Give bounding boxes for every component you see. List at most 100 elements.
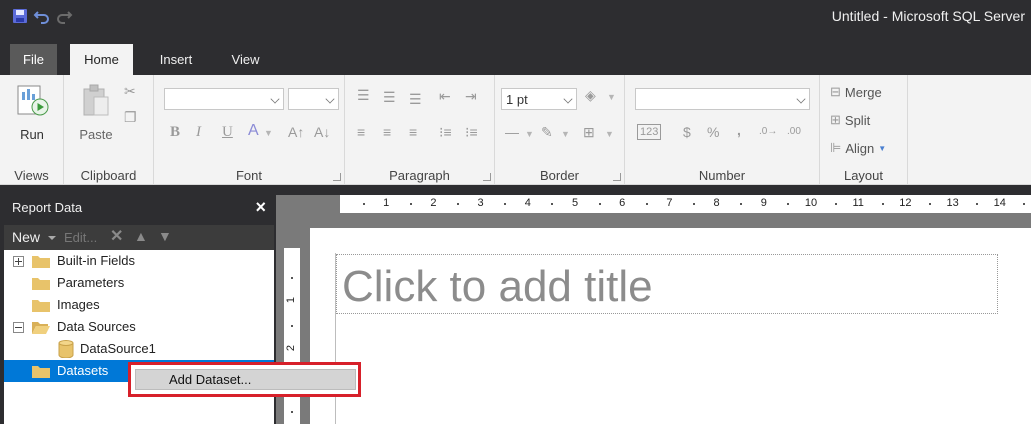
collapse-icon[interactable] — [13, 322, 24, 333]
number-format-combo[interactable] — [635, 88, 810, 110]
edit-button[interactable]: Edit... — [64, 230, 97, 245]
underline-button[interactable]: U — [222, 124, 233, 140]
ruler-tick — [1023, 203, 1026, 205]
border-width-combo[interactable]: 1 pt — [501, 88, 577, 110]
clipboard-group-label: Clipboard — [80, 168, 137, 183]
font-size-combo[interactable] — [288, 88, 339, 110]
add-dataset-menu-item[interactable]: Add Dataset... — [135, 369, 356, 390]
delete-icon[interactable]: ✕ — [110, 226, 123, 246]
increase-indent-icon[interactable]: ⇥ — [465, 88, 477, 104]
tree-item-datasource1[interactable]: DataSource1 — [4, 338, 274, 360]
border-style-icon[interactable]: — — [505, 124, 519, 140]
redo-icon[interactable] — [54, 6, 74, 26]
ruler-number: 2 — [430, 197, 437, 209]
vertical-ruler: 12 — [284, 248, 300, 424]
bold-button[interactable]: B — [170, 124, 180, 140]
context-menu: Add Dataset... — [128, 362, 361, 397]
views-group: Run Views — [0, 75, 64, 185]
border-group-label: Border — [539, 168, 580, 183]
font-color-dropdown-icon[interactable]: ▼ — [264, 125, 273, 141]
numbering-icon[interactable]: ⁝≡ — [465, 124, 478, 140]
decrease-indent-icon[interactable]: ⇤ — [439, 88, 451, 104]
tree-item-parameters[interactable]: Parameters — [4, 272, 274, 294]
fill-color-icon[interactable]: ◈ — [585, 87, 596, 103]
merge-icon: ⊟ — [830, 84, 841, 99]
font-color-button[interactable]: A — [248, 123, 259, 139]
currency-button[interactable]: $ — [683, 124, 691, 140]
run-button[interactable]: Run — [10, 83, 54, 142]
ruler-tick — [551, 203, 554, 205]
expand-icon[interactable] — [13, 256, 24, 267]
tree-item-data-sources[interactable]: Data Sources — [4, 316, 274, 338]
tab-home[interactable]: Home — [70, 44, 133, 75]
undo-icon[interactable] — [32, 6, 52, 26]
ruler-number: 11 — [852, 197, 864, 209]
merge-label: Merge — [844, 84, 882, 100]
copy-icon[interactable]: ❐ — [124, 109, 137, 125]
new-dropdown-icon[interactable] — [48, 236, 56, 240]
align-right-icon[interactable]: ≡ — [409, 124, 417, 140]
cut-icon[interactable]: ✂ — [124, 83, 136, 99]
font-dialog-launcher-icon[interactable] — [333, 173, 341, 181]
open-folder-icon — [32, 322, 50, 334]
tree-item-images[interactable]: Images — [4, 294, 274, 316]
fill-color-dropdown-icon[interactable]: ▼ — [607, 89, 616, 105]
tab-file[interactable]: File — [10, 44, 57, 75]
comma-style-button[interactable]: , — [737, 122, 741, 138]
placeholder-format-button[interactable]: 123 — [637, 124, 662, 140]
title-placeholder[interactable]: Click to add title — [342, 262, 653, 312]
add-dataset-label: Add Dataset... — [169, 372, 252, 387]
align-bottom-icon[interactable]: ☰ — [409, 91, 422, 107]
tab-view[interactable]: View — [218, 44, 273, 75]
tree-item-built-in-fields[interactable]: Built-in Fields — [4, 250, 274, 272]
shrink-font-icon[interactable]: A↓ — [314, 124, 330, 140]
align-top-icon[interactable]: ☰ — [357, 87, 370, 103]
layout-group: ⊟ Merge ⊞ Split ⊫ Align ▼ Layout — [820, 75, 908, 185]
align-center-icon[interactable]: ≡ — [383, 124, 391, 140]
align-middle-icon[interactable]: ☰ — [383, 89, 396, 105]
ruler-tick — [457, 203, 459, 205]
new-button[interactable]: New — [12, 229, 40, 245]
bullets-icon[interactable]: ⁝≡ — [439, 124, 452, 140]
italic-button[interactable]: I — [196, 124, 201, 140]
database-icon — [58, 340, 74, 358]
ruler-tick — [291, 277, 293, 279]
ruler-number: 3 — [477, 197, 484, 209]
percent-button[interactable]: % — [707, 124, 719, 140]
font-name-combo[interactable] — [164, 88, 284, 110]
split-button[interactable]: ⊞ Split — [830, 112, 870, 128]
run-label: Run — [20, 127, 44, 142]
decrease-decimal-icon[interactable]: .00 — [787, 124, 801, 140]
merge-button[interactable]: ⊟ Merge — [830, 84, 882, 100]
grow-font-icon[interactable]: A↑ — [288, 124, 304, 140]
border-dialog-launcher-icon[interactable] — [613, 173, 621, 181]
layout-group-label: Layout — [843, 168, 884, 183]
ruler-number: 1 — [383, 197, 390, 209]
title-bar: Untitled - Microsoft SQL Server — [0, 0, 1031, 42]
paste-label: Paste — [79, 127, 113, 142]
ruler-tick — [929, 203, 931, 205]
paste-button[interactable]: Paste — [74, 83, 118, 142]
ribbon-bottom-band — [0, 185, 1031, 195]
ribbon-tabs: File Home Insert View — [0, 42, 1031, 75]
paragraph-dialog-launcher-icon[interactable] — [483, 173, 491, 181]
ruler-number: 2 — [285, 344, 298, 352]
borders-dropdown-icon[interactable]: ▼ — [605, 126, 614, 142]
ruler-number: 14 — [993, 197, 1006, 209]
move-down-icon[interactable]: ▼ — [158, 228, 172, 244]
ruler-tick — [787, 203, 790, 205]
border-color-icon[interactable]: ✎ — [541, 124, 553, 140]
font-group: B I U A ▼ A↑ A↓ Font — [154, 75, 345, 185]
close-icon[interactable]: × — [255, 197, 266, 218]
borders-icon[interactable]: ⊞ — [583, 124, 595, 140]
save-icon[interactable] — [10, 6, 30, 26]
border-color-dropdown-icon[interactable]: ▼ — [561, 126, 570, 142]
tab-insert[interactable]: Insert — [146, 44, 206, 75]
move-up-icon[interactable]: ▲ — [134, 228, 148, 244]
align-left-icon[interactable]: ≡ — [357, 124, 365, 140]
border-style-dropdown-icon[interactable]: ▼ — [525, 126, 534, 142]
align-button[interactable]: ⊫ Align ▼ — [830, 140, 886, 156]
split-icon: ⊞ — [830, 112, 841, 127]
increase-decimal-icon[interactable]: .0→ — [759, 124, 777, 140]
number-group: 123 $ % , .0→ .00 Number — [625, 75, 820, 185]
